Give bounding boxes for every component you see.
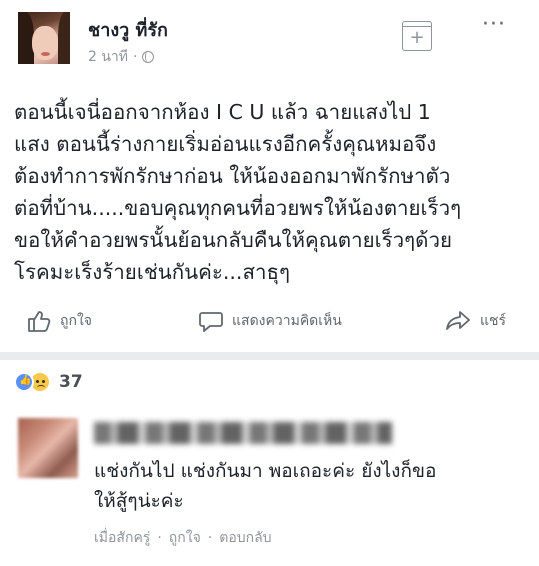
comment-label: แสดงความคิดเห็น <box>232 313 342 329</box>
comment-separator: · <box>207 530 213 546</box>
comment-icon <box>199 312 223 332</box>
share-icon <box>446 311 470 330</box>
thumbs-up-icon <box>28 311 51 332</box>
comment-reply-link[interactable]: ตอบกลับ <box>219 530 271 546</box>
save-post-icon[interactable]: + <box>402 21 432 51</box>
share-label: แชร์ <box>480 313 507 329</box>
share-button[interactable]: แชร์ <box>444 308 506 334</box>
commenter-name-blurred[interactable] <box>94 422 392 444</box>
post-meta: 2 นาที · <box>88 46 155 68</box>
like-label: ถูกใจ <box>60 313 92 329</box>
post-timestamp[interactable]: 2 นาที <box>88 46 128 68</box>
like-button[interactable]: ถูกใจ <box>26 308 92 334</box>
post-card: ชางวู ที่รัก 2 นาที · + ··· ตอนนี้เจนี่อ… <box>0 0 539 350</box>
like-reaction-icon <box>14 372 34 392</box>
reactions-summary[interactable]: 37 <box>14 371 83 393</box>
author-avatar[interactable] <box>18 12 70 64</box>
post-actions: ถูกใจ แสดงความคิดเห็น แชร์ <box>0 308 539 342</box>
commenter-avatar[interactable] <box>18 418 78 478</box>
comment-button[interactable]: แสดงความคิดเห็น <box>198 308 342 334</box>
comment-timestamp[interactable]: เมื่อสักครู่ <box>94 530 150 546</box>
more-options-icon[interactable]: ··· <box>482 12 506 37</box>
author-name[interactable]: ชางวู ที่รัก <box>88 15 168 44</box>
meta-separator: · <box>133 49 138 65</box>
comment-separator: · <box>157 530 162 546</box>
globe-icon <box>142 51 155 63</box>
post-text: ตอนนี้เจนี่ออกจากห้อง I C U แล้ว ฉายแสงไ… <box>14 100 462 284</box>
reaction-count: 37 <box>59 372 83 392</box>
comment-meta: เมื่อสักครู่ · ถูกใจ · ตอบกลับ <box>94 527 272 549</box>
comment-like-link[interactable]: ถูกใจ <box>169 530 201 546</box>
section-divider <box>0 352 539 360</box>
comment-text: แช่งกันไป แช่งกันมา พอเถอะค่ะ ยังไงก็ขอ … <box>94 460 437 512</box>
